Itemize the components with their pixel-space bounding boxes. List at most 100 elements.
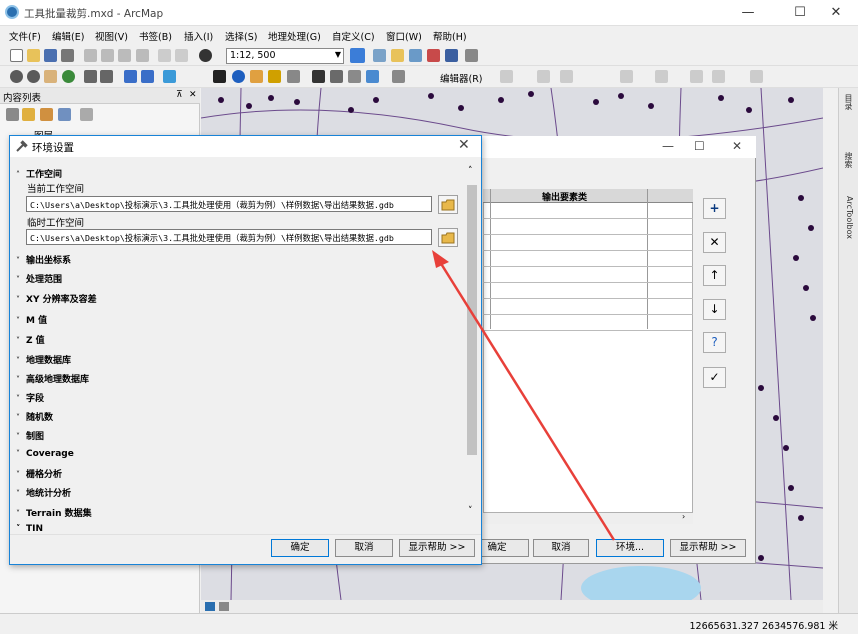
zoom-in-icon[interactable] [10, 70, 23, 83]
forward-extent-icon[interactable] [141, 70, 154, 83]
current-workspace-field[interactable]: C:\Users\a\Desktop\投标演示\3.工具批处理使用（裁剪为例）\… [26, 196, 432, 212]
menu-windows[interactable]: 窗口(W) [386, 29, 422, 43]
close-button[interactable]: ✕ [814, 0, 858, 26]
scratch-workspace-field[interactable]: C:\Users\a\Desktop\投标演示\3.工具批处理使用（裁剪为例）\… [26, 229, 432, 245]
section-workspace[interactable]: ˄ 工作空间 [16, 167, 62, 180]
menu-selection[interactable]: 选择(S) [225, 29, 257, 43]
table-icon[interactable] [373, 49, 386, 62]
fixed-zoom-out-icon[interactable] [100, 70, 113, 83]
section-coverage[interactable]: ˅ Coverage [16, 449, 74, 459]
table-row[interactable] [483, 315, 693, 331]
fixed-zoom-in-icon[interactable] [84, 70, 97, 83]
section-raster-analysis[interactable]: ˅ 栅格分析 [16, 467, 62, 480]
browse-current-workspace-button[interactable] [438, 195, 458, 214]
select-elements-icon[interactable] [213, 70, 226, 83]
table-row[interactable] [483, 267, 693, 283]
batch-maximize-button[interactable]: ☐ [694, 139, 705, 153]
section-geodatabase[interactable]: ˅ 地理数据库 [16, 353, 71, 366]
scroll-up-icon[interactable]: ˄ [468, 166, 473, 176]
section-output-coordinates[interactable]: ˅ 输出坐标系 [16, 253, 71, 266]
section-cartography[interactable]: ˅ 制图 [16, 429, 44, 442]
copy-icon[interactable] [101, 49, 114, 62]
browse-scratch-workspace-button[interactable] [438, 228, 458, 247]
section-terrain[interactable]: ˅ Terrain 数据集 [16, 506, 92, 519]
cut-polygons-icon[interactable] [690, 70, 703, 83]
new-icon[interactable] [10, 49, 23, 62]
env-scroll-thumb[interactable] [467, 185, 477, 455]
identify-icon[interactable] [232, 70, 245, 83]
move-down-button[interactable]: ↓ [703, 299, 726, 320]
environments-button[interactable]: 环境... [596, 539, 664, 557]
full-extent-icon[interactable] [62, 70, 75, 83]
list-by-drawing-order-icon[interactable] [6, 108, 19, 121]
section-m-values[interactable]: ˅ M 值 [16, 313, 47, 326]
section-xy-resolution[interactable]: ˅ XY 分辨率及容差 [16, 292, 97, 305]
list-by-selection-icon[interactable] [58, 108, 71, 121]
menu-geoprocessing[interactable]: 地理处理(G) [268, 29, 321, 43]
section-random-numbers[interactable]: ˅ 随机数 [16, 410, 53, 423]
table-row[interactable] [483, 219, 693, 235]
list-by-visibility-icon[interactable] [40, 108, 53, 121]
print-icon[interactable] [61, 49, 74, 62]
section-processing-extent[interactable]: ˅ 处理范围 [16, 272, 62, 285]
scroll-down-icon[interactable]: ˅ [468, 506, 473, 516]
search-window-icon[interactable] [409, 49, 422, 62]
menu-view[interactable]: 视图(V) [95, 29, 128, 43]
section-geostatistical[interactable]: ˅ 地统计分析 [16, 486, 71, 499]
paste-icon[interactable] [118, 49, 131, 62]
python-icon[interactable] [445, 49, 458, 62]
find-icon[interactable] [312, 70, 325, 83]
scroll-right-icon[interactable]: › [682, 512, 685, 521]
section-z-values[interactable]: ˅ Z 值 [16, 333, 45, 346]
time-slider-icon[interactable] [366, 70, 379, 83]
table-row[interactable] [483, 235, 693, 251]
menu-edit[interactable]: 编辑(E) [52, 29, 84, 43]
check-values-button[interactable]: ✓ [703, 367, 726, 388]
cut-icon[interactable] [84, 49, 97, 62]
toc-options-icon[interactable] [80, 108, 93, 121]
sketch-properties-icon[interactable] [750, 70, 763, 83]
delete-icon[interactable] [136, 49, 149, 62]
hyperlink-icon[interactable] [250, 70, 263, 83]
pin-icon[interactable]: ⊼ [176, 90, 183, 100]
zoom-out-icon[interactable] [27, 70, 40, 83]
add-data-icon[interactable] [199, 49, 212, 62]
add-row-button[interactable]: + [703, 198, 726, 219]
straight-segment-icon[interactable] [537, 70, 550, 83]
editor-menu[interactable]: 编辑器(R) [440, 71, 483, 85]
data-view-icon[interactable] [205, 602, 215, 611]
batch-close-button[interactable]: ✕ [732, 139, 742, 153]
arctoolbox-icon[interactable] [427, 49, 440, 62]
batch-minimize-button[interactable]: — [662, 139, 674, 153]
menu-bookmarks[interactable]: 书签(B) [139, 29, 172, 43]
move-up-button[interactable]: ↑ [703, 265, 726, 286]
edit-tool-icon[interactable] [500, 70, 513, 83]
trace-icon[interactable] [560, 70, 573, 83]
env-ok-button[interactable]: 确定 [271, 539, 329, 557]
arctoolbox-tab[interactable]: ArcToolbox [840, 196, 854, 239]
table-row[interactable] [483, 251, 693, 267]
undo-icon[interactable] [158, 49, 171, 62]
map-horizontal-scrollbar[interactable] [201, 600, 823, 613]
map-vertical-scrollbar[interactable] [823, 88, 838, 600]
back-extent-icon[interactable] [124, 70, 137, 83]
catalog-tab[interactable]: 目录 [840, 94, 854, 110]
env-show-help-button[interactable]: 显示帮助 >> [399, 539, 475, 557]
menu-file[interactable]: 文件(F) [9, 29, 41, 43]
find-route-icon[interactable] [330, 70, 343, 83]
menu-help[interactable]: 帮助(H) [433, 29, 467, 43]
remove-row-button[interactable]: ✕ [703, 232, 726, 253]
menu-customize[interactable]: 自定义(C) [332, 29, 375, 43]
select-features-icon[interactable] [163, 70, 176, 83]
save-icon[interactable] [44, 49, 57, 62]
section-tin[interactable]: ˅ TIN [16, 524, 43, 534]
table-row[interactable] [483, 299, 693, 315]
env-cancel-button[interactable]: 取消 [335, 539, 393, 557]
table-row[interactable] [483, 283, 693, 299]
viewer-icon[interactable] [392, 70, 405, 83]
split-tool-icon[interactable] [620, 70, 633, 83]
map-scale-combo[interactable]: 1:12, 500 ▼ [226, 48, 344, 64]
midpoint-icon[interactable] [655, 70, 668, 83]
html-popup-icon[interactable] [268, 70, 281, 83]
minimize-button[interactable]: — [726, 0, 770, 26]
